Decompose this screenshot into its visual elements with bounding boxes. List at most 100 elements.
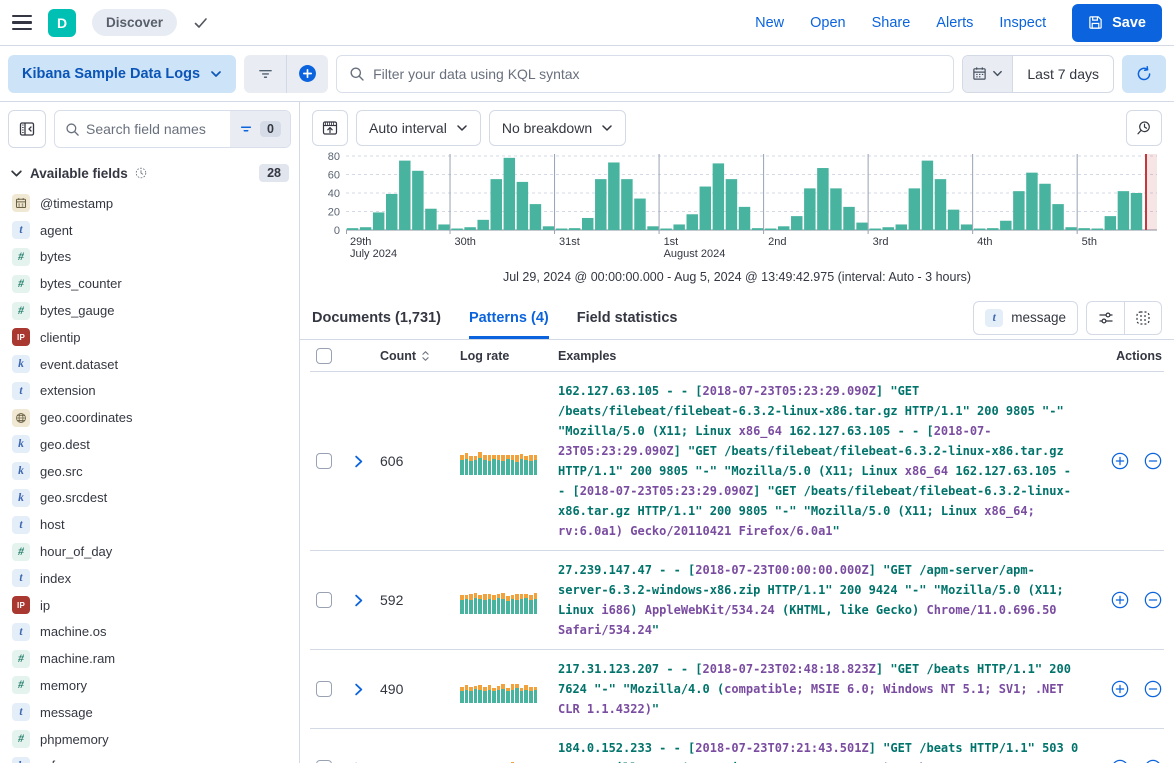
tab-field-statistics[interactable]: Field statistics [577, 296, 678, 339]
expand-row-chevron-icon[interactable] [346, 677, 370, 701]
field-item-event.dataset[interactable]: k event.dataset [10, 351, 289, 378]
nav-link-alerts[interactable]: Alerts [936, 15, 973, 31]
field-item-host[interactable]: thost [10, 511, 289, 538]
column-count[interactable]: Count [380, 349, 460, 363]
nav-link-share[interactable]: Share [872, 15, 911, 31]
available-fields-header[interactable]: Available fields 28 [10, 164, 289, 182]
field-item-bytes_gauge[interactable]: #bytes_gauge [10, 297, 289, 324]
patterns-table: Count Log rate Examples Actions 606162.1… [300, 340, 1174, 763]
row-checkbox[interactable] [316, 681, 332, 697]
svg-text:1st: 1st [664, 236, 679, 248]
field-item-geo.src[interactable]: kgeo.src [10, 458, 289, 485]
filter-out-pattern-icon[interactable] [1144, 680, 1162, 698]
filter-for-pattern-icon[interactable] [1111, 759, 1129, 763]
pattern-field-selector[interactable]: t message [973, 301, 1078, 335]
expand-row-chevron-icon[interactable] [346, 756, 370, 763]
number-field-icon: # [12, 650, 30, 668]
number-field-icon: # [12, 543, 30, 561]
text-field-icon: t [12, 623, 30, 641]
field-item-geo.dest[interactable]: kgeo.dest [10, 431, 289, 458]
text-field-icon: t [12, 516, 30, 534]
field-item-machine.ram[interactable]: #machine.ram [10, 645, 289, 672]
row-checkbox[interactable] [316, 592, 332, 608]
svg-text:30th: 30th [455, 236, 476, 248]
histogram-wrap: 02040608029thJuly 202430th31st1stAugust … [300, 150, 1174, 262]
field-item-bytes[interactable]: #bytes [10, 244, 289, 271]
nav-link-open[interactable]: Open [810, 15, 845, 31]
field-filters-button[interactable]: 0 [230, 111, 290, 147]
column-examples: Examples [558, 349, 1100, 363]
filter-for-pattern-icon[interactable] [1111, 680, 1129, 698]
filter-out-pattern-icon[interactable] [1144, 452, 1162, 470]
interval-dropdown[interactable]: Auto interval [356, 110, 481, 146]
pattern-row: 43184.0.152.233 - - [2018-07-23T07:21:43… [310, 729, 1164, 763]
column-actions: Actions [1116, 349, 1164, 363]
pattern-count: 490 [380, 681, 460, 697]
expand-row-chevron-icon[interactable] [346, 588, 370, 612]
field-search-input[interactable] [86, 121, 230, 137]
field-name: geo.dest [40, 437, 90, 452]
field-name: event.dataset [40, 357, 118, 372]
field-item-agent[interactable]: tagent [10, 217, 289, 244]
breakdown-dropdown[interactable]: No breakdown [489, 110, 626, 146]
tab-patterns[interactable]: Patterns (4) [469, 296, 549, 339]
field-item-geo.srcdest[interactable]: kgeo.srcdest [10, 485, 289, 512]
filter-icon[interactable] [244, 55, 286, 93]
field-search-bar: 0 [54, 110, 291, 148]
field-item-ip[interactable]: IP ip [10, 592, 289, 619]
field-item-bytes_counter[interactable]: #bytes_counter [10, 270, 289, 297]
row-actions [1100, 452, 1164, 470]
field-item-clientip[interactable]: IPclientip [10, 324, 289, 351]
menu-icon[interactable] [12, 15, 32, 31]
tab-documents[interactable]: Documents (1,731) [312, 296, 441, 339]
expand-row-chevron-icon[interactable] [346, 449, 370, 473]
toggle-chart-icon [322, 120, 338, 136]
date-picker: Last 7 days [962, 55, 1114, 93]
ip-field-icon: IP [12, 596, 30, 614]
nav-link-inspect[interactable]: Inspect [999, 15, 1046, 31]
field-item-index[interactable]: tindex [10, 565, 289, 592]
pattern-field-value: message [1011, 310, 1066, 325]
breadcrumb[interactable]: Discover [92, 9, 177, 36]
filter-for-pattern-icon[interactable] [1111, 452, 1129, 470]
text-field-icon: t [12, 703, 30, 721]
field-item-message[interactable]: t message [10, 699, 289, 726]
row-checkbox[interactable] [316, 453, 332, 469]
svg-text:29th: 29th [350, 236, 371, 248]
data-view-picker[interactable]: Kibana Sample Data Logs [8, 55, 236, 93]
save-button[interactable]: Save [1072, 4, 1162, 42]
field-item-phpmemory[interactable]: #phpmemory [10, 726, 289, 753]
histogram-chart[interactable]: 02040608029thJuly 202430th31st1stAugust … [312, 150, 1161, 262]
filter-out-pattern-icon[interactable] [1144, 591, 1162, 609]
field-item-@timestamp[interactable]: @timestamp [10, 190, 289, 217]
refresh-icon [1136, 66, 1152, 82]
results-tabs: Documents (1,731) Patterns (4) Field sta… [300, 296, 1174, 340]
field-name: message [40, 705, 93, 720]
zoom-time-button[interactable] [1126, 110, 1162, 146]
filter-out-pattern-icon[interactable] [1144, 759, 1162, 763]
refresh-button[interactable] [1122, 55, 1166, 93]
field-item-hour_of_day[interactable]: #hour_of_day [10, 538, 289, 565]
expand-icon[interactable] [1124, 302, 1161, 334]
field-item-memory[interactable]: #memory [10, 672, 289, 699]
date-picker-calendar-button[interactable] [963, 56, 1013, 92]
svg-text:5th: 5th [1082, 236, 1097, 248]
text-field-icon: t [12, 569, 30, 587]
add-filter-icon[interactable] [286, 55, 328, 93]
collapse-sidebar-button[interactable] [8, 110, 46, 148]
field-item-machine.os[interactable]: tmachine.os [10, 619, 289, 646]
toggle-chart-button[interactable] [312, 110, 348, 146]
kql-search-bar [336, 55, 954, 93]
field-item-referer[interactable]: kreferer [10, 752, 289, 763]
kql-search-input[interactable] [373, 66, 941, 82]
select-all-checkbox[interactable] [316, 348, 332, 364]
pattern-view-controls [1086, 301, 1162, 335]
field-item-extension[interactable]: textension [10, 377, 289, 404]
field-item-geo.coordinates[interactable]: geo.coordinates [10, 404, 289, 431]
field-name: ip [40, 598, 50, 613]
keyword-field-icon: k [12, 355, 30, 373]
filter-for-pattern-icon[interactable] [1111, 591, 1129, 609]
nav-link-new[interactable]: New [755, 15, 784, 31]
time-range-value[interactable]: Last 7 days [1013, 56, 1113, 92]
sliders-icon[interactable] [1087, 302, 1124, 334]
